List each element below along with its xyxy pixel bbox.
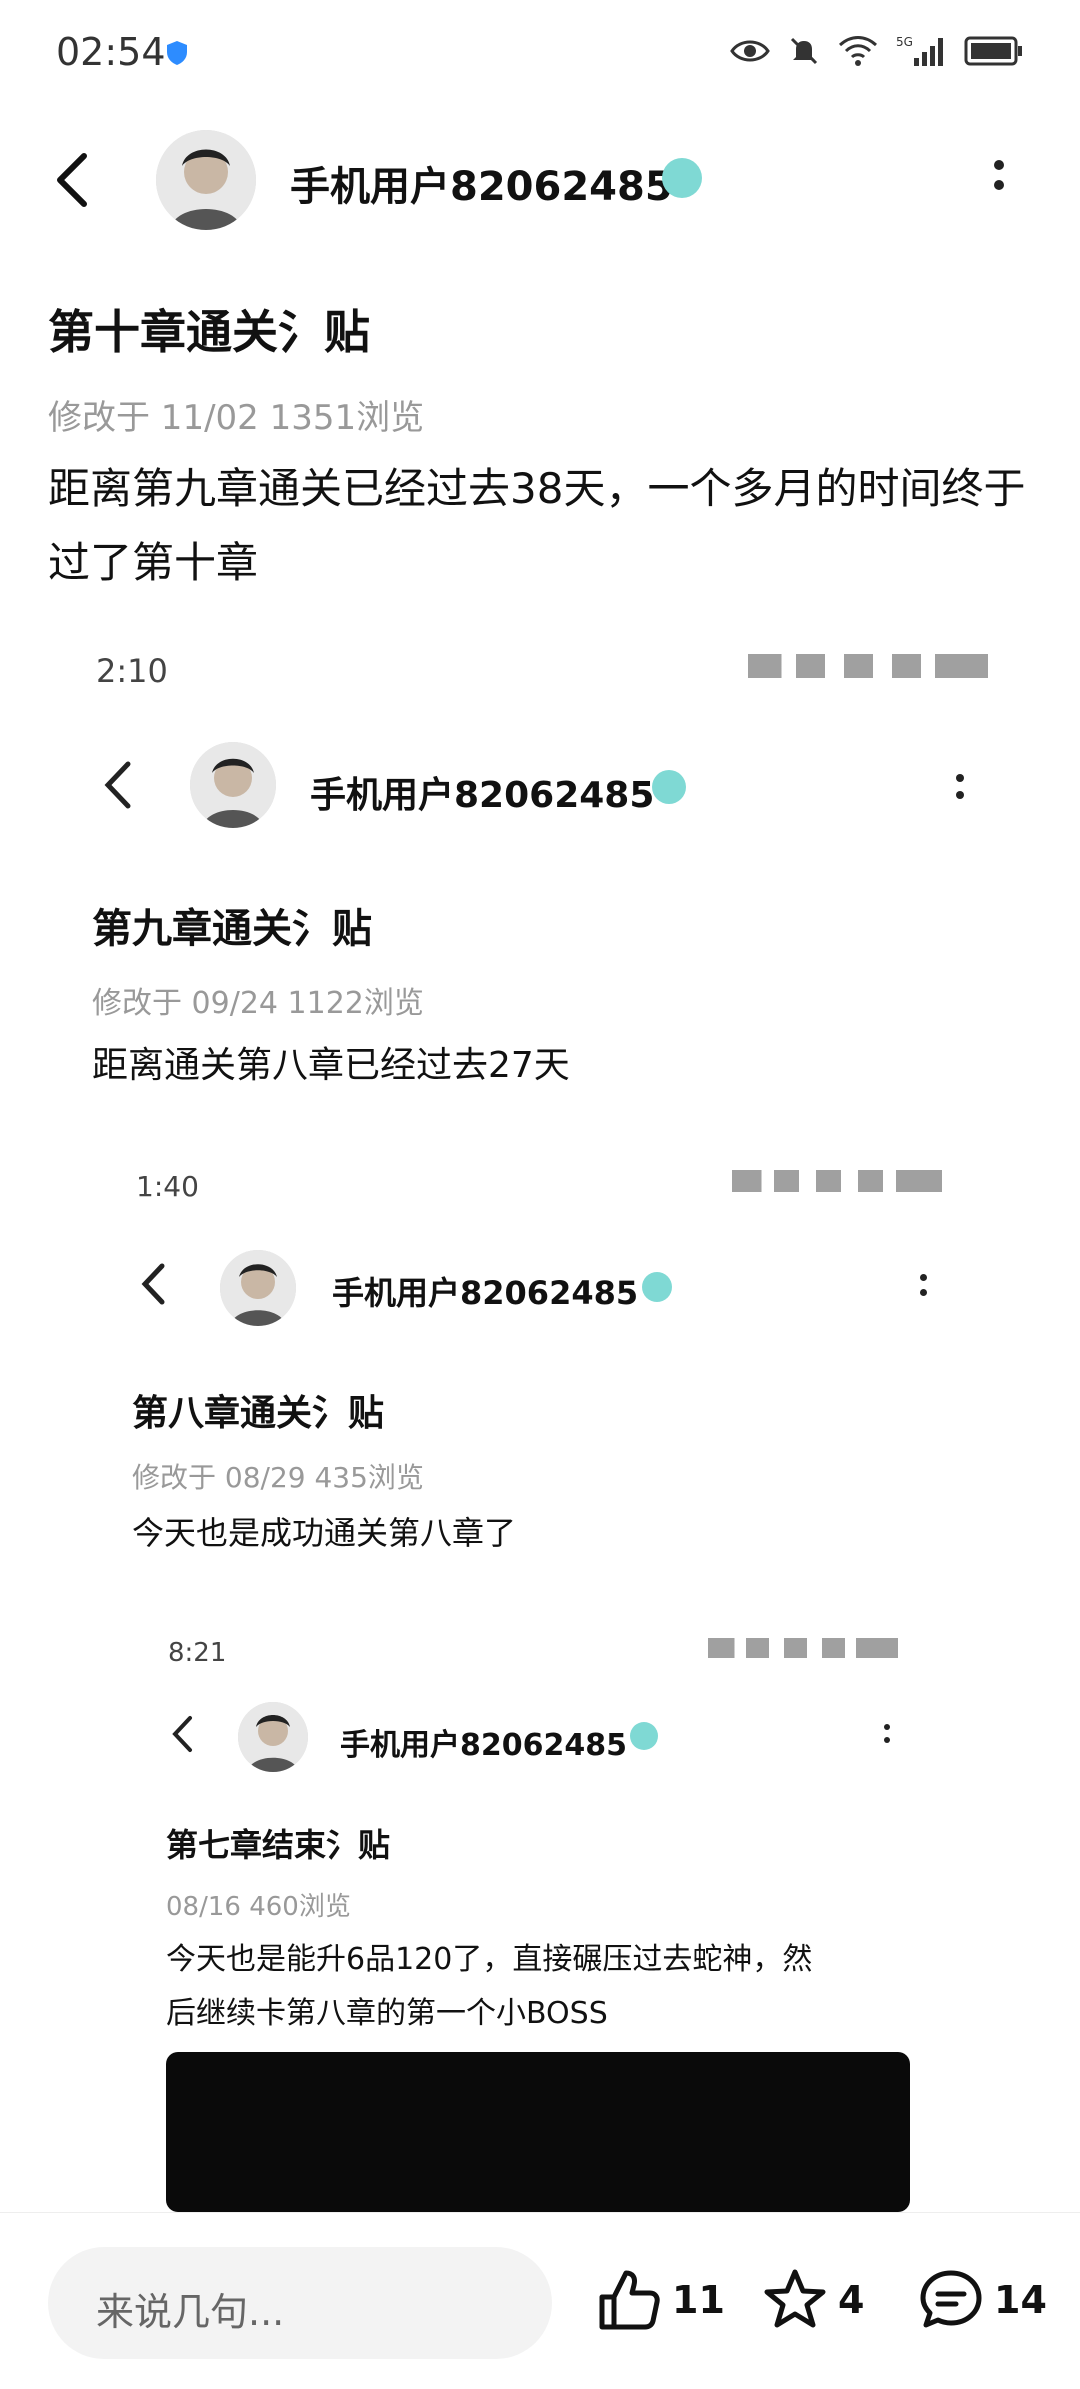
nested-status-icons — [748, 654, 988, 678]
favorite-button[interactable]: 4 — [762, 2267, 864, 2333]
nested3-body-line1: 今天也是能升6品120了，直接碾压过去蛇神，然 — [166, 1942, 813, 1977]
username[interactable]: 手机用户82062485 — [290, 154, 673, 212]
nested3-meta: 08/16 460浏览 — [166, 1892, 351, 1922]
nested-badge-icon — [652, 770, 686, 804]
comment-bubble-icon — [920, 2270, 982, 2328]
nested3-body-line2: 后继续卡第八章的第一个小BOSS — [166, 1996, 608, 2031]
status-bar: 02:54 5G — [0, 0, 1080, 100]
like-button[interactable]: 11 — [596, 2267, 725, 2333]
star-icon — [764, 2269, 826, 2328]
nested-back-icon — [104, 761, 131, 809]
mute-bell-icon — [790, 37, 818, 65]
nested2-back-icon — [141, 1263, 165, 1305]
eye-icon — [730, 40, 770, 62]
nested3-username: 手机用户82062485 — [340, 1728, 627, 1763]
nested3-back-icon — [172, 1716, 192, 1752]
nested3-avatar — [238, 1702, 308, 1772]
favorite-count: 4 — [838, 2278, 865, 2322]
back-button[interactable] — [52, 150, 92, 214]
nested3-status-time: 8:21 — [168, 1638, 227, 1668]
nested-image-2: 1:40 手机用户82062485 第八章通关氵贴 修改于 08/29 435浏… — [92, 1140, 992, 2212]
nested2-status-icons — [732, 1170, 942, 1192]
nested3-status-icons — [708, 1638, 898, 1658]
post-title: 第十章通关氵贴 — [48, 305, 370, 359]
svg-text:5G: 5G — [896, 35, 913, 49]
nested2-title: 第八章通关氵贴 — [132, 1393, 385, 1434]
nested3-title: 第七章结束氵贴 — [166, 1826, 391, 1864]
status-icons: 5G — [730, 34, 1024, 68]
nested2-body: 今天也是成功通关第八章了 — [132, 1514, 517, 1552]
nested-title: 第九章通关氵贴 — [92, 906, 372, 952]
nested2-more-icon — [920, 1274, 927, 1296]
avatar[interactable] — [156, 130, 256, 230]
wifi-icon — [838, 36, 878, 66]
shield-icon — [166, 40, 188, 70]
nested3-badge-icon — [630, 1722, 658, 1750]
nested-more-icon — [956, 774, 964, 799]
nested-username: 手机用户82062485 — [310, 775, 655, 816]
status-time: 02:54 — [56, 30, 166, 74]
verified-badge-icon — [662, 158, 702, 198]
nested2-avatar — [220, 1250, 296, 1326]
comment-button[interactable]: 14 — [918, 2267, 1047, 2333]
post-image[interactable]: 2:10 手机用户82062485 第九章通关氵贴 修改于 09/24 1122… — [48, 620, 1038, 2212]
bottom-action-bar: 来说几句... 11 4 14 — [0, 2212, 1080, 2389]
comment-count: 14 — [994, 2278, 1047, 2322]
comment-input-placeholder: 来说几句... — [96, 2290, 285, 2334]
nested2-badge-icon — [642, 1272, 672, 1302]
back-arrow-icon — [57, 153, 87, 207]
nested2-meta: 修改于 08/29 435浏览 — [132, 1461, 424, 1494]
more-button[interactable] — [994, 160, 1004, 190]
signal-5g-icon: 5G — [896, 35, 943, 66]
post-meta: 修改于 11/02 1351浏览 — [48, 398, 425, 438]
nested2-status-time: 1:40 — [136, 1170, 199, 1203]
thumbs-up-icon — [599, 2270, 660, 2330]
nested2-username: 手机用户82062485 — [332, 1274, 639, 1312]
nested-avatar — [190, 742, 276, 828]
nested-meta: 修改于 09/24 1122浏览 — [92, 986, 424, 1021]
post-header: 手机用户82062485 — [0, 110, 1080, 250]
nested-status-time: 2:10 — [96, 652, 168, 690]
nested3-dark-image — [166, 2052, 910, 2212]
battery-icon — [964, 36, 1022, 66]
like-count: 11 — [672, 2278, 725, 2322]
post-body: 距离第九章通关已经过去38天，一个多月的时间终于过了第十章 — [48, 464, 1026, 587]
nested-body: 距离通关第八章已经过去27天 — [92, 1045, 570, 1086]
comment-input[interactable]: 来说几句... — [48, 2247, 552, 2359]
nested-image-3: 8:21 手机用户82062485 第七章结束氵贴 08/16 460浏览 今天… — [128, 1610, 948, 2212]
nested3-more-icon — [884, 1724, 890, 1743]
